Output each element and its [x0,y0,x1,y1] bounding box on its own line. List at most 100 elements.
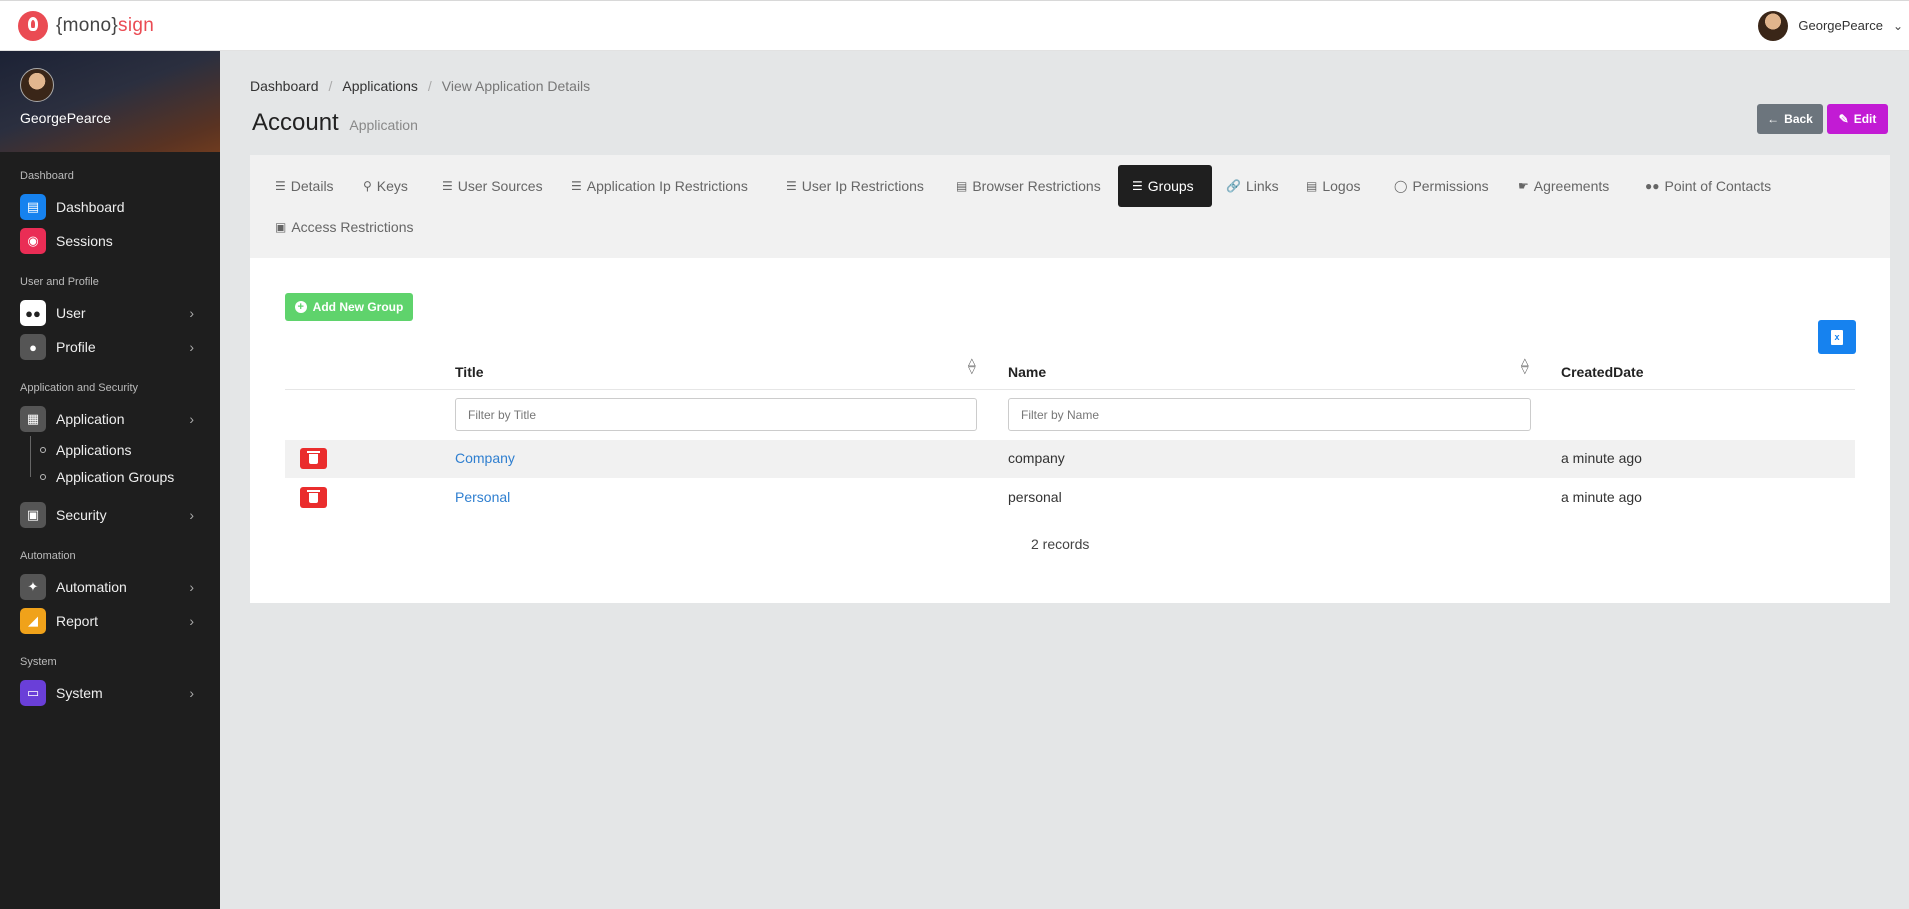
sidebar-item-label: Report [56,613,99,629]
plus-circle-icon: + [294,301,307,313]
tab-logos[interactable]: ▤ Logos [1292,165,1375,207]
record-icon: ◉ [20,228,46,254]
page-title: Account Application [252,109,418,137]
tab-access-restrictions[interactable]: ▣ Access Restrictions [261,206,428,248]
chevron-right-icon: › [189,305,194,321]
top-bar: {mono}sign GeorgePearce ⌄ [0,0,1909,51]
sidebar-avatar[interactable] [20,68,54,102]
tab-user-ip-restrictions[interactable]: ☰ User Ip Restrictions [772,165,938,207]
edit-button[interactable]: ✎ Edit [1827,104,1888,134]
sidebar-item-label: Sessions [56,233,113,249]
chevron-right-icon: › [189,613,194,629]
chevron-right-icon: › [189,411,194,427]
tab-bar: ☰ Details ⚲ Keys ☰ User Sources ☰ Applicatio… [250,155,1890,258]
sidebar-subitem-label: Application Groups [56,468,175,485]
column-header-name[interactable]: Name [1008,364,1046,380]
sidebar-username: GeorgePearce [20,110,112,126]
tab-details[interactable]: ☰ Details [261,165,348,207]
tab-permissions[interactable]: ◯ Permissions [1380,165,1503,207]
sidebar-item-label: Security [56,507,107,523]
group-title-link[interactable]: Personal [455,489,510,505]
tab-keys[interactable]: ⚲ Keys [349,165,422,207]
browser-icon: ▤ [956,179,968,193]
sidebar-item-system[interactable]: ▭ System › [0,676,220,710]
chevron-right-icon: › [189,507,194,523]
image-icon: ▤ [1306,179,1318,193]
chevron-right-icon: › [189,685,194,701]
tab-groups[interactable]: ☰ Groups [1118,165,1212,207]
sidebar-subitem-applications[interactable]: Applications [0,436,220,463]
column-header-created-date[interactable]: CreatedDate [1561,364,1643,380]
page-title-text: Account [252,109,339,136]
filter-title-input[interactable] [455,398,977,431]
sidebar-item-profile[interactable]: ● Profile › [0,330,220,364]
sidebar-item-report[interactable]: ◢ Report › [0,604,220,638]
group-title-link[interactable]: Company [455,450,515,466]
area-chart-icon: ◢ [20,608,46,634]
breadcrumb-dashboard[interactable]: Dashboard [250,78,319,94]
tab-application-ip-restrictions[interactable]: ☰ Application Ip Restrictions [557,165,762,207]
handshake-icon: ☛ [1518,179,1529,193]
section-label-automation: Automation [20,550,76,562]
trash-icon [307,450,320,464]
chevron-right-icon: › [189,579,194,595]
sidebar-item-user[interactable]: ●● User › [0,296,220,330]
unlock-icon: ▣ [275,220,287,234]
page-subtitle: Application [349,117,418,133]
section-label-user-profile: User and Profile [20,276,99,288]
key-icon: ⚲ [363,179,372,193]
tab-user-sources[interactable]: ☰ User Sources [428,165,557,207]
back-button[interactable]: ← Back [1757,104,1823,134]
section-label-system: System [20,656,57,668]
list-icon: ☰ [786,179,797,193]
app-logo[interactable]: {mono}sign [18,10,155,41]
tab-browser-restrictions[interactable]: ▤ Browser Restrictions [942,165,1115,207]
add-new-group-button[interactable]: + Add New Group [285,293,413,321]
sidebar-item-dashboard[interactable]: ▤ Dashboard [0,190,220,224]
sidebar-item-label: Profile [56,339,96,355]
sidebar-subitem-application-groups[interactable]: Application Groups [0,463,220,490]
section-label-app-security: Application and Security [20,382,139,394]
tab-point-of-contacts[interactable]: ●● Point of Contacts [1631,165,1785,207]
list-icon: ☰ [275,179,286,193]
lock-icon: ▣ [20,502,46,528]
toggle-icon: ◯ [1394,179,1408,193]
group-name: company [1008,450,1065,466]
sidebar-item-security[interactable]: ▣ Security › [0,498,220,532]
arrow-left-icon: ← [1767,112,1780,126]
users-icon: ●● [1645,179,1660,193]
tab-agreements[interactable]: ☛ Agreements [1504,165,1623,207]
trash-icon [307,489,320,503]
sidebar-item-application[interactable]: ▦ Application › [0,402,220,436]
delete-button[interactable] [300,487,327,508]
list-icon: ☰ [442,179,453,193]
logo-text: {mono}sign [56,14,155,36]
table-row: Personal personal a minute ago [285,479,1855,517]
monitor-icon: ▭ [20,680,46,706]
sidebar-profile: GeorgePearce [0,51,220,152]
circle-icon [40,473,46,480]
sort-icon[interactable]: △ ▽ [968,358,976,376]
chevron-right-icon: › [189,339,194,355]
user-menu-name: GeorgePearce [1798,18,1883,33]
list-icon: ☰ [571,179,582,193]
magic-wand-icon: ✦ [20,574,46,600]
chevron-down-icon: ⌄ [1892,18,1903,33]
sidebar-item-automation[interactable]: ✦ Automation › [0,570,220,604]
delete-button[interactable] [300,448,327,469]
column-header-title[interactable]: Title [455,364,484,380]
users-icon: ●● [20,300,46,326]
sidebar: GeorgePearce Dashboard ▤ Dashboard ◉ Ses… [0,51,220,909]
section-label-dashboard: Dashboard [20,170,74,182]
export-excel-button[interactable]: x [1818,320,1856,354]
link-icon: 🔗 [1226,179,1241,193]
groups-panel: + Add New Group x Title △ ▽ Name △ ▽ Creat… [250,258,1890,603]
sidebar-item-sessions[interactable]: ◉ Sessions [0,224,220,258]
sort-icon[interactable]: △ ▽ [1521,358,1529,376]
tab-links[interactable]: 🔗 Links [1212,165,1293,207]
group-name: personal [1008,489,1062,505]
sidebar-item-label: Automation [56,579,127,595]
breadcrumb-applications[interactable]: Applications [342,78,418,94]
filter-name-input[interactable] [1008,398,1531,431]
user-menu[interactable]: GeorgePearce ⌄ [1758,10,1909,41]
